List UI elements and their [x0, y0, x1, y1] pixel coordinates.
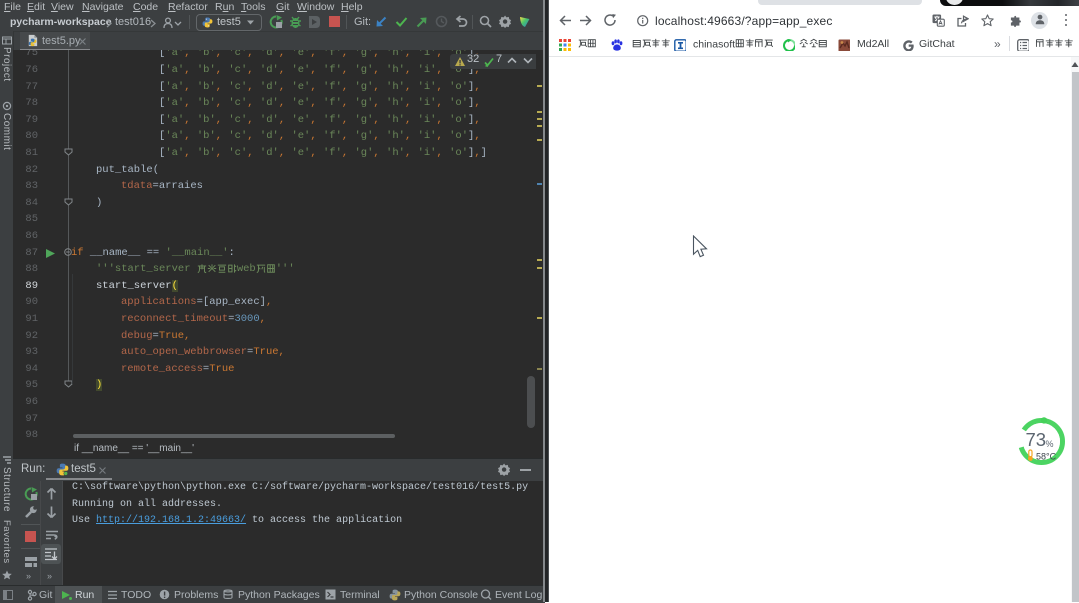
- svg-text:58°C: 58°C: [1036, 452, 1057, 462]
- svg-text:%: %: [1046, 439, 1054, 449]
- svg-text:73: 73: [1026, 429, 1047, 450]
